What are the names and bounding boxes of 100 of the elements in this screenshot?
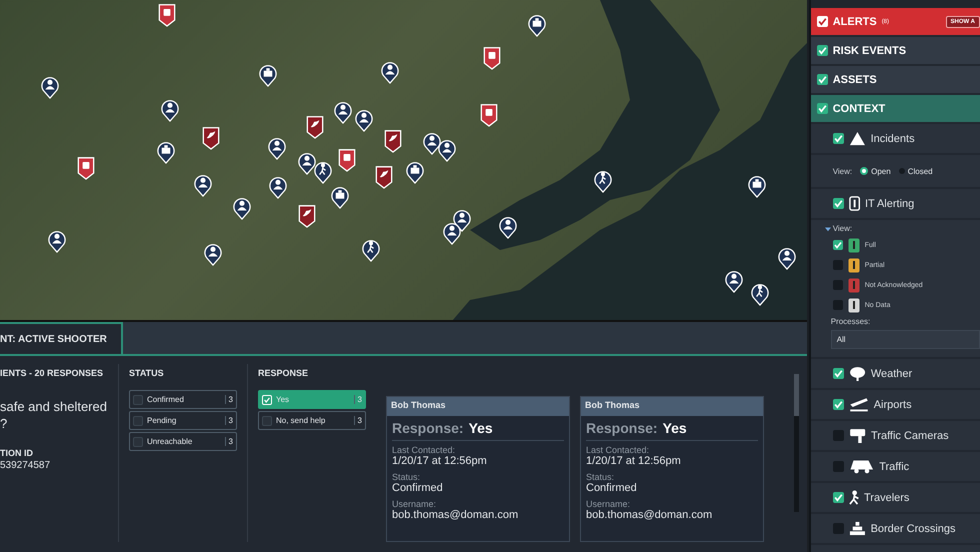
group-label: ALERTS [832,16,877,28]
alert-pin-icon[interactable] [338,148,356,172]
person-pin-icon[interactable] [422,131,442,155]
field-value: 1/20/17 at 12:56pm [392,455,488,468]
person-pin-icon[interactable] [438,138,456,162]
layer-label: Weather [870,368,912,380]
layer-row[interactable]: Traffic [810,452,980,483]
building-pin-icon[interactable] [528,13,546,37]
checkbox[interactable] [816,103,828,114]
checkbox[interactable] [832,523,844,534]
processes-dropdown[interactable]: All [830,330,980,349]
person-pin-icon[interactable] [204,242,222,266]
building-pin-icon[interactable] [330,185,350,209]
person-pin-icon[interactable] [194,173,212,197]
layer-row[interactable]: IT Alerting [810,189,980,220]
person-pin-icon[interactable] [354,108,374,132]
building-pin-icon[interactable] [406,160,424,184]
person-pin-icon[interactable] [724,269,744,293]
radio-dot[interactable] [860,167,868,175]
bird-pin-icon[interactable] [298,204,316,228]
alert-pin-icon[interactable] [158,3,176,27]
layer-group[interactable]: CONTEXT [810,95,980,124]
layer-label: Border Crossings [870,522,956,534]
bird-pin-icon[interactable] [306,115,324,139]
checkbox[interactable] [832,240,843,250]
building-pin-icon[interactable] [748,174,766,198]
checkbox[interactable] [816,45,828,56]
walker-pin-icon[interactable] [362,238,380,262]
filter-label: Unreachable [147,437,194,446]
layer-row[interactable]: Weather [810,359,980,390]
person-pin-icon[interactable] [40,75,60,99]
person-pin-icon[interactable] [268,136,286,160]
person-pin-icon[interactable] [778,246,796,270]
layer-row[interactable]: Incidents [810,124,980,155]
car-icon [848,459,874,474]
checkbox[interactable] [133,436,143,446]
person-pin-icon[interactable] [334,100,352,124]
layer-row[interactable]: Airports [810,390,980,421]
layer-group[interactable]: RISK EVENTS [810,37,980,66]
bird-pin-icon[interactable] [202,126,220,150]
responses-heading: IENTS - 20 RESPONSES [0,368,104,378]
checkbox[interactable] [832,461,844,472]
status-filter[interactable]: Confirmed 3 [129,390,237,409]
alert-pin-icon[interactable] [480,103,498,127]
checkbox[interactable] [832,300,843,310]
collapse-icon[interactable] [824,226,831,232]
person-pin-icon[interactable] [298,151,316,175]
panel-tab[interactable]: NT: ACTIVE SHOOTER [0,322,123,354]
alert-pin-icon[interactable] [482,46,502,70]
layer-row[interactable]: Border Crossings [810,514,980,545]
person-pin-icon[interactable] [380,60,400,84]
checkbox[interactable] [832,399,844,410]
checkbox[interactable] [832,133,844,144]
checkbox[interactable] [816,74,828,85]
person-pin-icon[interactable] [498,215,518,239]
view-radio[interactable]: Open [860,166,891,176]
layer-label: Incidents [870,132,915,144]
checkbox[interactable] [832,260,843,270]
walker-pin-icon[interactable] [314,160,332,184]
response-value: Yes [468,420,493,436]
checkbox[interactable] [832,430,844,441]
layer-label: Traffic [879,460,910,472]
checkbox[interactable] [133,394,143,404]
walker-pin-icon[interactable] [750,282,770,306]
checkbox[interactable] [816,16,828,27]
group-label: ASSETS [832,74,877,86]
layer-group[interactable]: ASSETS [810,66,980,95]
person-pin-icon[interactable] [160,98,180,122]
person-pin-icon[interactable] [442,221,462,245]
field-value: 1/20/17 at 12:56pm [586,455,682,468]
document-icon [848,196,860,211]
checkbox[interactable] [262,416,272,426]
field-label: Last Contacted: [392,445,456,455]
bird-pin-icon[interactable] [374,165,394,189]
person-pin-icon[interactable] [268,175,288,199]
response-filter[interactable]: No, send help 3 [258,411,366,430]
checkbox[interactable] [832,198,844,209]
checkbox[interactable] [832,492,844,503]
checkbox[interactable] [832,280,843,290]
view-radio[interactable]: Closed [898,166,933,176]
radio-dot[interactable] [898,168,905,174]
walker-pin-icon[interactable] [594,169,612,193]
question-text: safe and sheltered [0,398,108,415]
camera-icon [848,428,866,443]
person-pin-icon[interactable] [48,229,66,253]
building-pin-icon[interactable] [156,140,176,164]
layer-label: Travelers [864,492,910,504]
card-header: Bob Thomas [387,397,569,416]
field-label: Username: [392,499,438,509]
layer-row[interactable]: Traffic Cameras [810,421,980,452]
checkbox[interactable] [133,416,143,426]
layer-row[interactable]: Travelers [810,483,980,514]
alert-pin-icon[interactable] [76,156,96,180]
checkbox[interactable] [832,368,844,379]
scrollbar-thumb[interactable] [794,374,799,416]
status-filter[interactable]: Unreachable 3 [129,432,237,451]
building-pin-icon[interactable] [258,63,278,87]
bird-pin-icon[interactable] [384,129,402,153]
status-filter[interactable]: Pending 3 [129,411,237,430]
person-pin-icon[interactable] [232,196,252,220]
